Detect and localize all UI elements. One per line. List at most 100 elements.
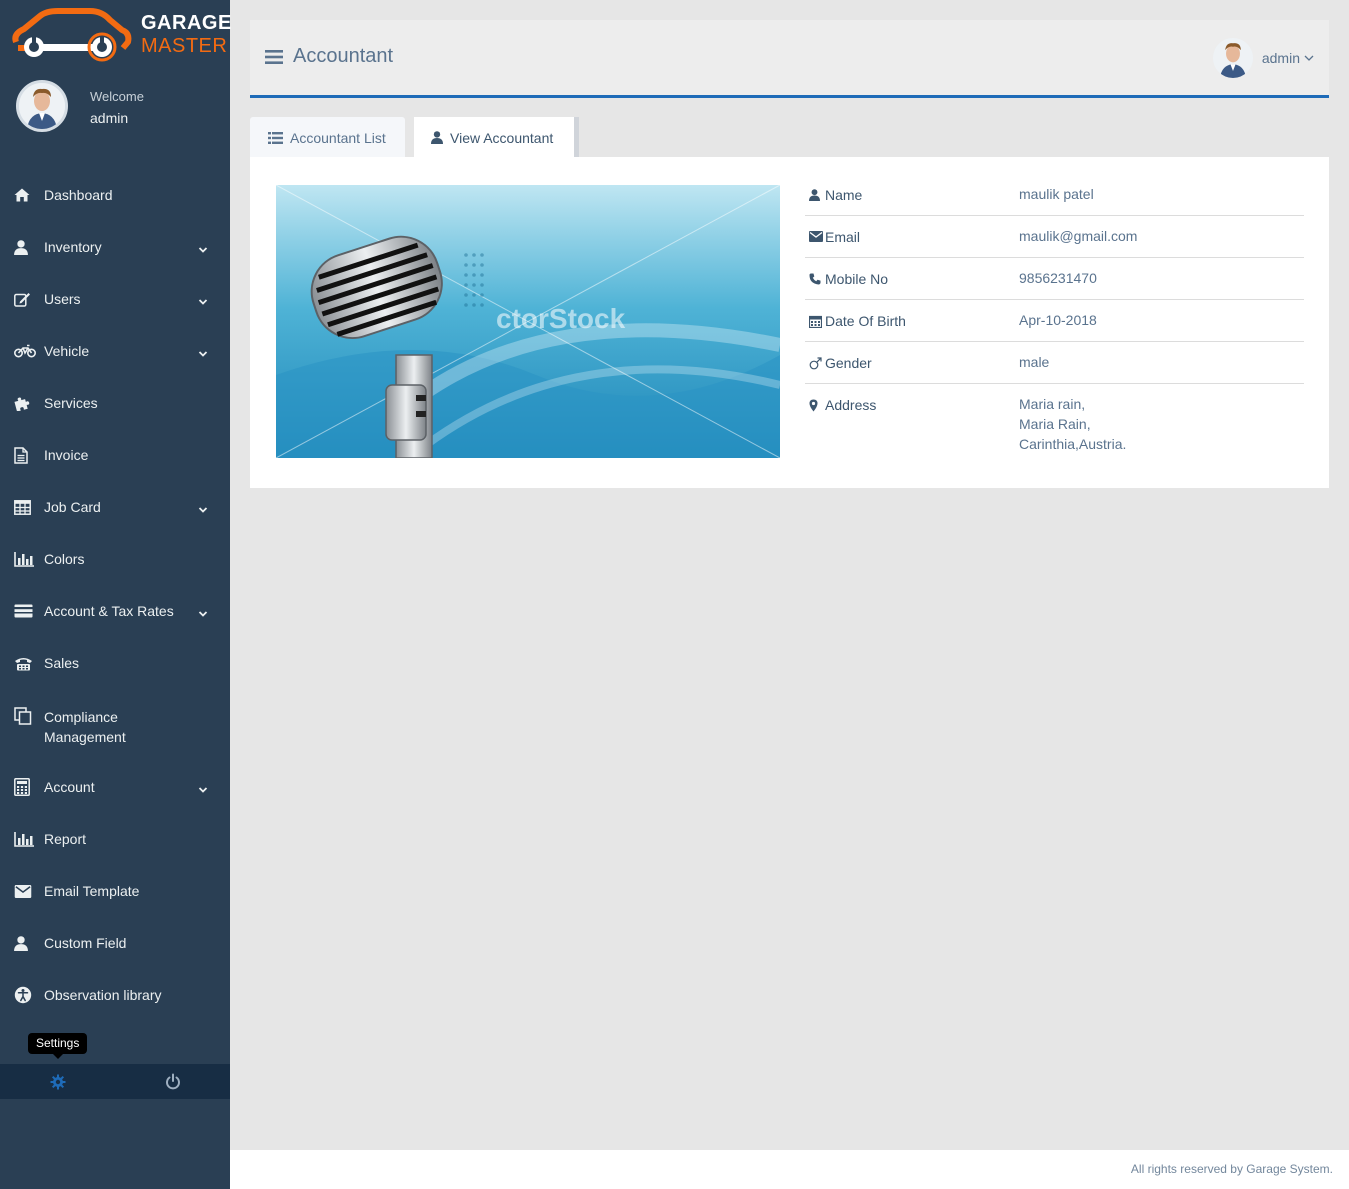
credit-card-icon xyxy=(14,602,36,620)
sidebar-item-vehicle[interactable]: Vehicle xyxy=(0,325,230,377)
sidebar-item-job-card[interactable]: Job Card xyxy=(0,481,230,533)
edit-icon xyxy=(14,290,36,308)
detail-row-address: Address Maria rain, Maria Rain, Carinthi… xyxy=(805,384,1304,454)
sidebar-item-account[interactable]: Account xyxy=(0,761,230,813)
chevron-down-icon xyxy=(198,294,208,305)
sidebar-item-label: Account & Tax Rates xyxy=(44,603,174,619)
microphone-image: ctorStock xyxy=(276,185,780,458)
calendar-icon xyxy=(809,313,824,328)
sidebar-item-label: Observation library xyxy=(44,987,162,1003)
chevron-down-icon xyxy=(198,606,208,617)
user-icon xyxy=(431,131,443,144)
sidebar-item-custom-field[interactable]: Custom Field xyxy=(0,917,230,969)
photo-watermark: ctorStock xyxy=(496,303,626,334)
table-icon xyxy=(14,498,36,516)
tab-label: View Accountant xyxy=(450,129,554,146)
sidebar-item-sales[interactable]: Sales xyxy=(0,637,230,689)
chevron-down-icon xyxy=(198,346,208,357)
sidebar-profile: Welcome admin xyxy=(16,80,226,135)
male-symbol-icon xyxy=(809,355,824,370)
sidebar-item-label: Report xyxy=(44,831,87,847)
sidebar-item-label: Sales xyxy=(44,655,80,671)
detail-label: Address xyxy=(825,397,877,413)
envelope-icon xyxy=(809,229,824,242)
detail-label: Email xyxy=(825,229,861,245)
chevron-down-icon xyxy=(1304,55,1314,61)
detail-row-email: Email maulik@gmail.com xyxy=(805,216,1304,258)
logout-button[interactable] xyxy=(115,1064,230,1099)
bar-chart-icon xyxy=(14,550,36,568)
sidebar-footer xyxy=(0,1064,230,1099)
user-dropdown[interactable]: admin xyxy=(1212,38,1314,78)
page-footer: All rights reserved by Garage System. xyxy=(230,1150,1349,1189)
avatar xyxy=(1212,38,1253,78)
gear-icon xyxy=(50,1074,65,1089)
calculator-icon xyxy=(14,778,36,796)
detail-row-gender: Gender male xyxy=(805,342,1304,384)
sidebar-item-label: Colors xyxy=(44,551,85,567)
bar-chart-icon xyxy=(14,830,36,848)
sidebar-item-label: Custom Field xyxy=(44,935,127,951)
file-icon xyxy=(14,446,36,464)
copyright-text: All rights reserved by Garage System. xyxy=(1130,1162,1333,1176)
sidebar-item-invoice[interactable]: Invoice xyxy=(0,429,230,481)
detail-value-name: maulik patel xyxy=(1019,186,1094,202)
sidebar-item-report[interactable]: Report xyxy=(0,813,230,865)
logo-text-master: MASTER xyxy=(141,35,228,57)
chevron-down-icon xyxy=(198,502,208,513)
power-icon xyxy=(165,1073,180,1089)
sidebar-item-label: Job Card xyxy=(44,499,101,515)
sidebar-item-label: Inventory xyxy=(44,239,102,255)
home-icon xyxy=(14,186,36,204)
universal-access-icon xyxy=(14,986,36,1004)
sidebar-item-inventory[interactable]: Inventory xyxy=(0,221,230,273)
accountant-detail-panel: ctorStock Name maulik patel Email maulik… xyxy=(250,157,1329,488)
tab-label: Accountant List xyxy=(290,129,386,146)
sidebar-item-account-tax-rates[interactable]: Account & Tax Rates xyxy=(0,585,230,637)
user-icon xyxy=(14,934,36,952)
sidebar-item-dashboard[interactable]: Dashboard xyxy=(0,169,230,221)
address-line: Maria Rain, xyxy=(1019,416,1091,432)
detail-label: Name xyxy=(825,187,863,203)
map-marker-icon xyxy=(809,397,824,412)
list-icon xyxy=(268,131,283,144)
menu-toggle-button[interactable] xyxy=(265,49,283,70)
sidebar-item-compliance-management[interactable]: Compliance Management xyxy=(0,689,230,761)
sidebar-item-label: Services xyxy=(44,395,98,411)
address-line: Maria rain, xyxy=(1019,396,1086,412)
user-icon xyxy=(14,238,36,256)
detail-value-mobile: 9856231470 xyxy=(1019,270,1097,286)
hamburger-icon xyxy=(265,50,283,64)
sidebar-item-label: Invoice xyxy=(44,447,89,463)
sidebar-item-label: Email Template xyxy=(44,883,140,899)
detail-label: Date Of Birth xyxy=(825,313,906,329)
sidebar-item-colors[interactable]: Colors xyxy=(0,533,230,585)
sidebar-item-label: Dashboard xyxy=(44,187,113,203)
header-username: admin xyxy=(1261,50,1300,66)
detail-value-email: maulik@gmail.com xyxy=(1019,228,1138,244)
sidebar-item-label: Users xyxy=(44,291,81,307)
top-navbar: Accountant admin xyxy=(250,20,1329,98)
tab-accountant-list[interactable]: Accountant List xyxy=(250,117,405,158)
settings-button[interactable] xyxy=(0,1064,115,1099)
address-line: Carinthia,Austria. xyxy=(1019,436,1127,452)
sidebar-item-users[interactable]: Users xyxy=(0,273,230,325)
sidebar-item-email-template[interactable]: Email Template xyxy=(0,865,230,917)
detail-row-dob: Date Of Birth Apr-10-2018 xyxy=(805,300,1304,342)
user-icon xyxy=(809,187,824,201)
garage-master-logo[interactable]: GARAGE MASTER xyxy=(10,8,231,64)
avatar xyxy=(16,80,68,132)
accountant-details: Name maulik patel Email maulik@gmail.com… xyxy=(805,174,1304,454)
sidebar-item-observation-library[interactable]: Observation library xyxy=(0,969,230,1021)
detail-row-mobile: Mobile No 9856231470 xyxy=(805,258,1304,300)
page-title: Accountant xyxy=(293,45,394,67)
sidebar-item-label: Compliance Management xyxy=(44,709,126,745)
detail-label: Mobile No xyxy=(825,271,889,287)
detail-row-name: Name maulik patel xyxy=(805,174,1304,216)
sidebar-item-services[interactable]: Services xyxy=(0,377,230,429)
chevron-down-icon xyxy=(198,242,208,253)
sidebar-item-label: Vehicle xyxy=(44,343,90,359)
tab-view-accountant[interactable]: View Accountant xyxy=(414,117,579,158)
motorcycle-icon xyxy=(14,342,36,360)
car-wrench-logo-icon xyxy=(12,8,132,62)
